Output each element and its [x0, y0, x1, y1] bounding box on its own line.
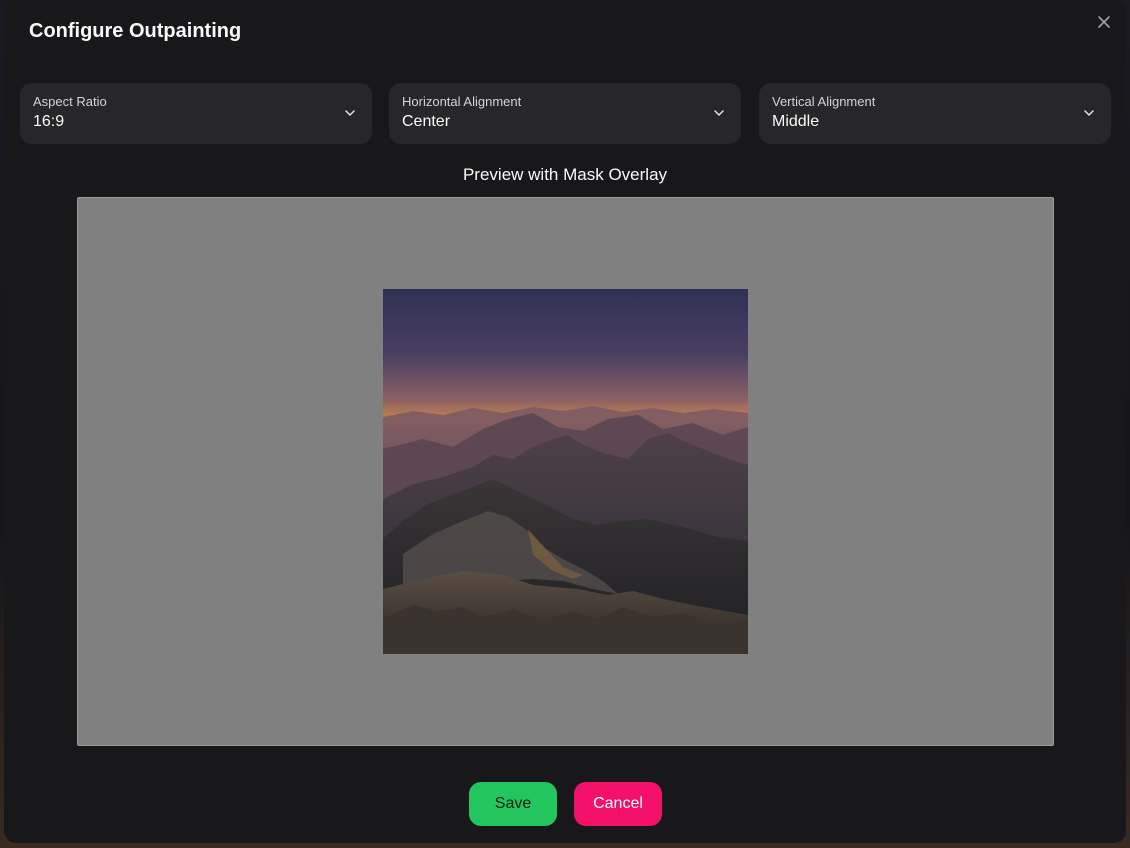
source-image: [383, 289, 748, 654]
vertical-alignment-label: Vertical Alignment: [772, 94, 876, 109]
configure-outpainting-dialog: Configure Outpainting Aspect Ratio 16:9 …: [4, 0, 1126, 843]
cancel-button[interactable]: Cancel: [574, 782, 662, 826]
dialog-title: Configure Outpainting: [29, 20, 242, 42]
close-icon: [1098, 16, 1110, 28]
horizontal-alignment-value: Center: [402, 113, 451, 130]
chevron-down-icon: [1084, 110, 1094, 116]
vertical-alignment-select[interactable]: Vertical Alignment Middle: [759, 83, 1111, 144]
mask-overlay-canvas: [77, 197, 1054, 746]
aspect-ratio-label: Aspect Ratio: [33, 94, 107, 109]
close-button[interactable]: [1094, 12, 1114, 32]
mountain-sunset-image: [383, 289, 748, 654]
aspect-ratio-value: 16:9: [33, 113, 65, 130]
aspect-ratio-select[interactable]: Aspect Ratio 16:9: [20, 83, 372, 144]
horizontal-alignment-label: Horizontal Alignment: [402, 94, 522, 109]
preview-title: Preview with Mask Overlay: [462, 165, 668, 184]
chevron-down-icon: [345, 110, 355, 116]
save-button[interactable]: Save: [469, 782, 557, 826]
horizontal-alignment-select[interactable]: Horizontal Alignment Center: [389, 83, 741, 144]
vertical-alignment-value: Middle: [772, 113, 820, 130]
chevron-down-icon: [714, 110, 724, 116]
outpaint-options: Aspect Ratio 16:9 Horizontal Alignment C…: [20, 83, 1111, 144]
